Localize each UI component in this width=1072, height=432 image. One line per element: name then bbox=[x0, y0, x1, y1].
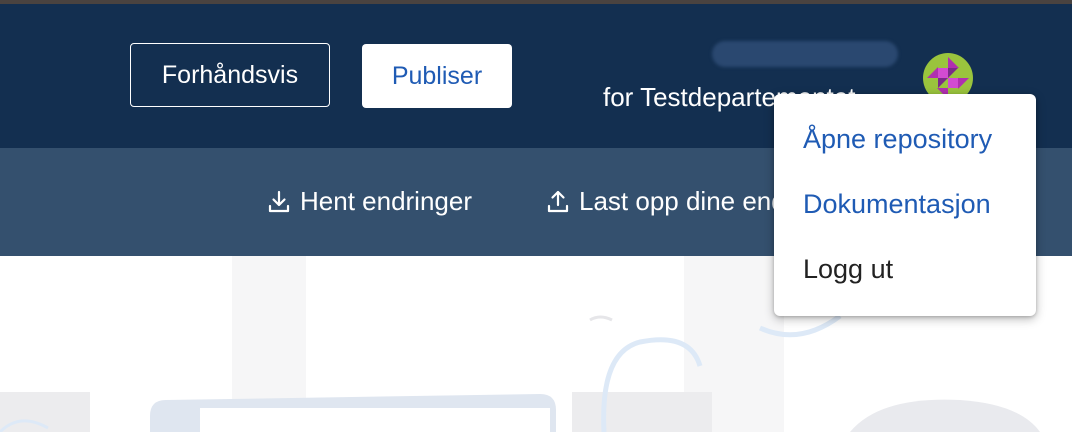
fetch-changes-button[interactable]: Hent endringer bbox=[268, 186, 472, 217]
preview-button[interactable]: Forhåndsvis bbox=[130, 43, 330, 107]
upload-icon bbox=[547, 190, 569, 212]
publish-button[interactable]: Publiser bbox=[362, 44, 512, 108]
user-name-redacted bbox=[712, 41, 898, 67]
download-icon bbox=[268, 190, 290, 212]
menu-item-logout[interactable]: Logg ut bbox=[803, 254, 893, 285]
menu-item-open-repository[interactable]: Åpne repository bbox=[803, 124, 992, 155]
user-dropdown-menu: Åpne repository Dokumentasjon Logg ut bbox=[774, 94, 1036, 316]
menu-item-documentation[interactable]: Dokumentasjon bbox=[803, 189, 991, 220]
fetch-changes-label: Hent endringer bbox=[300, 186, 472, 216]
